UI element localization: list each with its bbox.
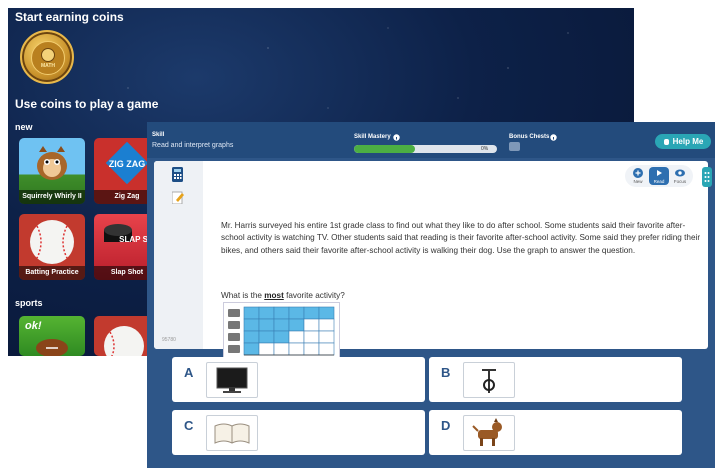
tv-icon	[228, 309, 240, 317]
question-id: 95780	[162, 337, 176, 343]
graph-bar-cell	[243, 330, 260, 344]
prompt-pre: What is the	[221, 291, 265, 300]
graph-empty-cell	[258, 342, 275, 356]
graph-bar-cell	[273, 330, 290, 344]
squirrel-icon	[37, 146, 67, 180]
question-passage: Mr. Harris surveyed his entire 1st grade…	[221, 221, 701, 255]
graph-bar-cell	[273, 318, 290, 332]
answer-option-b[interactable]: B	[429, 357, 682, 402]
bike-icon	[228, 333, 240, 341]
graph-empty-cell	[288, 342, 305, 356]
coin-label: MATH	[40, 62, 56, 69]
bonus-chests-label: Bonus Chests	[509, 134, 550, 140]
tile-caption: Squirrely Whirly II	[19, 190, 85, 204]
skill-label: Skill	[152, 132, 165, 138]
focus-tool-button[interactable]: Focus	[670, 167, 690, 185]
help-me-label: Help Me	[672, 137, 704, 146]
treasure-chest-icon	[509, 142, 520, 151]
answer-image	[463, 415, 515, 451]
reading-tools: New Read Focus	[625, 165, 693, 187]
eye-icon	[675, 169, 685, 177]
graph-bar-cell	[243, 306, 260, 320]
chests-info-icon[interactable]	[550, 134, 557, 141]
coin-face: MATH	[31, 41, 65, 75]
game-tile-batting-practice[interactable]: Batting Practice	[19, 214, 85, 280]
coin-portrait-icon	[41, 47, 55, 62]
graph-empty-cell	[318, 318, 335, 332]
graph-bar-cell	[288, 306, 305, 320]
focus-tool-label: Focus	[673, 179, 687, 184]
section-new-label: new	[15, 122, 33, 132]
answer-letter: D	[441, 418, 451, 433]
play-game-heading: Use coins to play a game	[15, 97, 159, 111]
play-icon	[657, 170, 662, 176]
graph-empty-cell	[288, 330, 305, 344]
skill-name: Read and interpret graphs	[152, 142, 234, 149]
graph-bar-cell	[258, 318, 275, 332]
graph-bar-cell	[288, 318, 305, 332]
tile-caption: Batting Practice	[19, 266, 85, 280]
new-tool-label: New	[633, 179, 643, 184]
book-icon	[228, 321, 240, 329]
graph-bar-cell	[258, 306, 275, 320]
baseball-icon	[30, 220, 74, 264]
question-prompt: What is the most favorite activity?	[221, 291, 345, 300]
question-panel: 95780 Mr. Harris surveyed his entire 1st…	[154, 161, 708, 372]
grip-dots-icon	[704, 172, 710, 182]
answer-option-d[interactable]: D	[429, 410, 682, 455]
new-tool-button[interactable]: New	[628, 167, 648, 185]
calculator-icon[interactable]	[172, 167, 183, 182]
mastery-percent: 0%	[481, 146, 489, 152]
mastery-progress-bar	[354, 145, 497, 153]
hand-icon	[663, 138, 669, 145]
mastery-label: Skill Mastery	[354, 134, 391, 140]
skill-practice-window: Skill Read and interpret graphs Skill Ma…	[147, 122, 715, 468]
mastery-info-icon[interactable]	[393, 134, 400, 141]
answer-letter: B	[441, 365, 451, 380]
graph-empty-cell	[318, 342, 335, 356]
game-tile-squirrely-whirly[interactable]: Squirrely Whirly II	[19, 138, 85, 204]
earn-coins-heading: Start earning coins	[15, 10, 124, 24]
graph-empty-cell	[303, 330, 320, 344]
tool-sidebar: 95780	[154, 161, 203, 349]
football-icon: ok!	[25, 320, 68, 356]
graph-empty-cell	[303, 342, 320, 356]
book-icon	[214, 423, 250, 444]
graph-empty-cell	[273, 342, 290, 356]
graph-bar-cell	[243, 318, 260, 332]
drag-handle[interactable]	[702, 167, 712, 187]
math-coin-button[interactable]: MATH	[20, 30, 74, 84]
dog-icon	[228, 345, 240, 353]
mastery-progress-fill	[354, 145, 416, 153]
graph-bar-cell	[303, 306, 320, 320]
tv-icon	[216, 367, 248, 393]
graph-bar-cell	[318, 306, 335, 320]
answer-option-a[interactable]: A	[172, 357, 425, 402]
graph-bar-cell	[273, 306, 290, 320]
read-tool-button[interactable]: Read	[649, 167, 669, 185]
answer-image	[206, 362, 258, 398]
prompt-post: favorite activity?	[283, 291, 345, 300]
section-sports-label: sports	[15, 298, 43, 308]
graph-bar-cell	[258, 330, 275, 344]
prompt-emphasis: most	[264, 291, 284, 300]
answer-image	[463, 362, 515, 398]
graph-empty-cell	[303, 318, 320, 332]
game-tile-football[interactable]: ok!	[19, 316, 85, 356]
graph-bar-cell	[243, 342, 260, 356]
zigzag-art-text: ZIG ZAG	[109, 159, 146, 169]
football-art-text: ok!	[25, 320, 42, 332]
answer-image	[206, 415, 258, 451]
answer-option-c[interactable]: C	[172, 410, 425, 455]
help-me-button[interactable]: Help Me	[655, 134, 711, 149]
answer-letter: A	[184, 365, 194, 380]
skill-header-bar: Skill Read and interpret graphs Skill Ma…	[147, 122, 715, 158]
bike-icon	[482, 369, 496, 393]
read-tool-label: Read	[653, 179, 665, 184]
answer-letter: C	[184, 418, 194, 433]
graph-empty-cell	[318, 330, 335, 344]
scratchpad-icon[interactable]	[172, 191, 184, 204]
dog-icon	[472, 418, 502, 446]
plus-icon	[633, 168, 643, 178]
